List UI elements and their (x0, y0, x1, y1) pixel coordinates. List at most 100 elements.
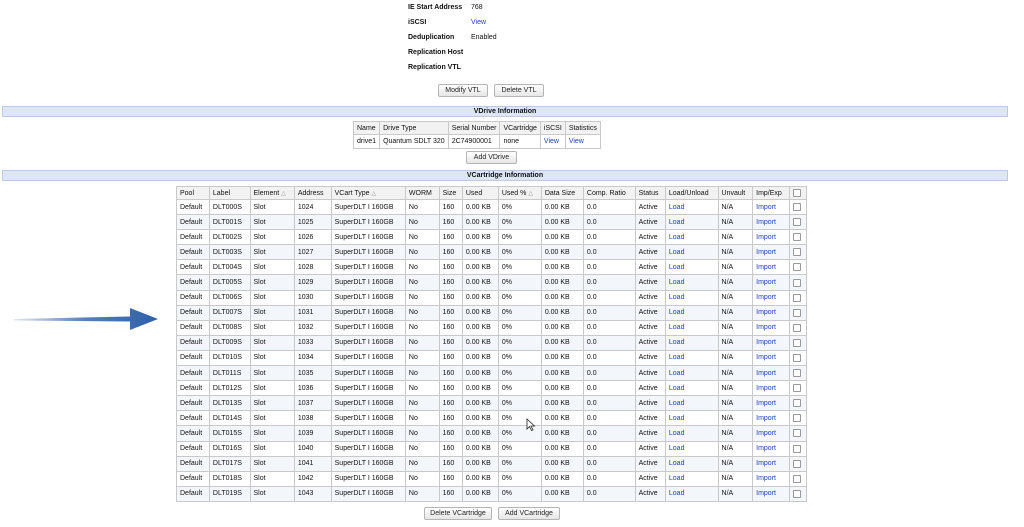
row-select-cell[interactable] (788, 259, 808, 276)
row-select-cell[interactable] (788, 485, 808, 502)
iscsi-view-link[interactable]: View (539, 134, 566, 149)
column-header[interactable]: Status (634, 186, 666, 200)
column-header[interactable]: Size (438, 186, 463, 200)
select-all-checkbox[interactable] (792, 189, 801, 197)
import-link[interactable]: Import (752, 334, 790, 351)
load-link[interactable]: Load (664, 395, 719, 412)
column-header[interactable]: Load/Unload (664, 186, 719, 200)
row-checkbox[interactable] (792, 444, 801, 453)
import-link[interactable]: Import (752, 229, 790, 246)
row-select-cell[interactable] (788, 304, 808, 321)
row-select-cell[interactable] (788, 425, 808, 442)
row-checkbox[interactable] (792, 263, 801, 272)
delete-vtl-button[interactable]: Delete VTL (494, 84, 544, 97)
row-checkbox[interactable] (792, 369, 801, 378)
row-select-cell[interactable] (788, 455, 808, 472)
load-link[interactable]: Load (664, 380, 719, 397)
load-link[interactable]: Load (664, 410, 719, 427)
row-select-cell[interactable] (788, 470, 808, 487)
column-header[interactable]: Element △ (249, 186, 295, 200)
add-vdrive-button[interactable]: Add VDrive (466, 151, 517, 164)
import-link[interactable]: Import (752, 455, 790, 472)
import-link[interactable]: Import (752, 395, 790, 412)
statistics-view-link[interactable]: View (564, 134, 601, 149)
import-link[interactable]: Import (752, 485, 790, 502)
load-link[interactable]: Load (664, 304, 719, 321)
row-checkbox[interactable] (792, 248, 801, 257)
import-link[interactable]: Import (752, 259, 790, 276)
row-checkbox[interactable] (792, 323, 801, 332)
row-select-cell[interactable] (788, 380, 808, 397)
row-select-cell[interactable] (788, 365, 808, 382)
import-link[interactable]: Import (752, 274, 790, 291)
add-vcartridge-button[interactable]: Add VCartridge (498, 507, 560, 520)
iscsi-view-link[interactable]: View (471, 19, 486, 26)
load-link[interactable]: Load (664, 455, 719, 472)
column-header[interactable]: Pool (176, 186, 210, 200)
row-checkbox[interactable] (792, 414, 801, 423)
import-link[interactable]: Import (752, 440, 790, 457)
column-header[interactable]: Imp/Exp (752, 186, 790, 200)
load-link[interactable]: Load (664, 365, 719, 382)
load-link[interactable]: Load (664, 244, 719, 261)
load-link[interactable]: Load (664, 198, 719, 216)
import-link[interactable]: Import (752, 289, 790, 306)
modify-vtl-button[interactable]: Modify VTL (438, 84, 488, 97)
row-select-cell[interactable] (788, 319, 808, 336)
column-header[interactable]: Label (208, 186, 251, 200)
load-link[interactable]: Load (664, 349, 719, 367)
import-link[interactable]: Import (752, 244, 790, 261)
column-header[interactable]: Comp. Ratio (582, 186, 636, 200)
row-checkbox[interactable] (792, 489, 801, 498)
import-link[interactable]: Import (752, 425, 790, 442)
row-checkbox[interactable] (792, 353, 801, 362)
load-link[interactable]: Load (664, 334, 719, 351)
load-link[interactable]: Load (664, 440, 719, 457)
row-select-cell[interactable] (788, 289, 808, 306)
column-header[interactable]: WORM (404, 186, 440, 200)
row-checkbox[interactable] (792, 218, 801, 227)
load-link[interactable]: Load (664, 214, 719, 231)
import-link[interactable]: Import (752, 380, 790, 397)
row-select-cell[interactable] (788, 395, 808, 412)
load-link[interactable]: Load (664, 289, 719, 306)
row-select-cell[interactable] (788, 244, 808, 261)
load-link[interactable]: Load (664, 319, 719, 336)
import-link[interactable]: Import (752, 470, 790, 487)
sort-icon[interactable]: △ (528, 191, 533, 197)
column-header[interactable]: Data Size (540, 186, 584, 200)
row-select-cell[interactable] (788, 274, 808, 291)
row-select-cell[interactable] (788, 229, 808, 246)
import-link[interactable]: Import (752, 349, 790, 367)
column-header[interactable]: Unvault (717, 186, 754, 200)
import-link[interactable]: Import (752, 214, 790, 231)
load-link[interactable]: Load (664, 259, 719, 276)
row-checkbox[interactable] (792, 399, 801, 408)
row-checkbox[interactable] (792, 474, 801, 483)
row-select-cell[interactable] (788, 349, 808, 367)
load-link[interactable]: Load (664, 485, 719, 502)
column-header[interactable]: Address (293, 186, 332, 200)
load-link[interactable]: Load (664, 470, 719, 487)
import-link[interactable]: Import (752, 304, 790, 321)
select-all-header[interactable] (788, 186, 808, 200)
row-checkbox[interactable] (792, 278, 801, 287)
sort-icon[interactable]: △ (281, 191, 286, 197)
load-link[interactable]: Load (664, 229, 719, 246)
row-checkbox[interactable] (792, 429, 801, 438)
import-link[interactable]: Import (752, 365, 790, 382)
load-link[interactable]: Load (664, 274, 719, 291)
row-checkbox[interactable] (792, 203, 801, 212)
column-header[interactable]: VCart Type △ (330, 186, 406, 200)
delete-vcartridge-button[interactable]: Delete VCartridge (424, 507, 492, 520)
import-link[interactable]: Import (752, 410, 790, 427)
row-checkbox[interactable] (792, 308, 801, 317)
row-select-cell[interactable] (788, 214, 808, 231)
row-checkbox[interactable] (792, 233, 801, 242)
row-checkbox[interactable] (792, 338, 801, 347)
import-link[interactable]: Import (752, 319, 790, 336)
row-checkbox[interactable] (792, 293, 801, 302)
row-select-cell[interactable] (788, 198, 808, 216)
import-link[interactable]: Import (752, 198, 790, 216)
row-select-cell[interactable] (788, 410, 808, 427)
